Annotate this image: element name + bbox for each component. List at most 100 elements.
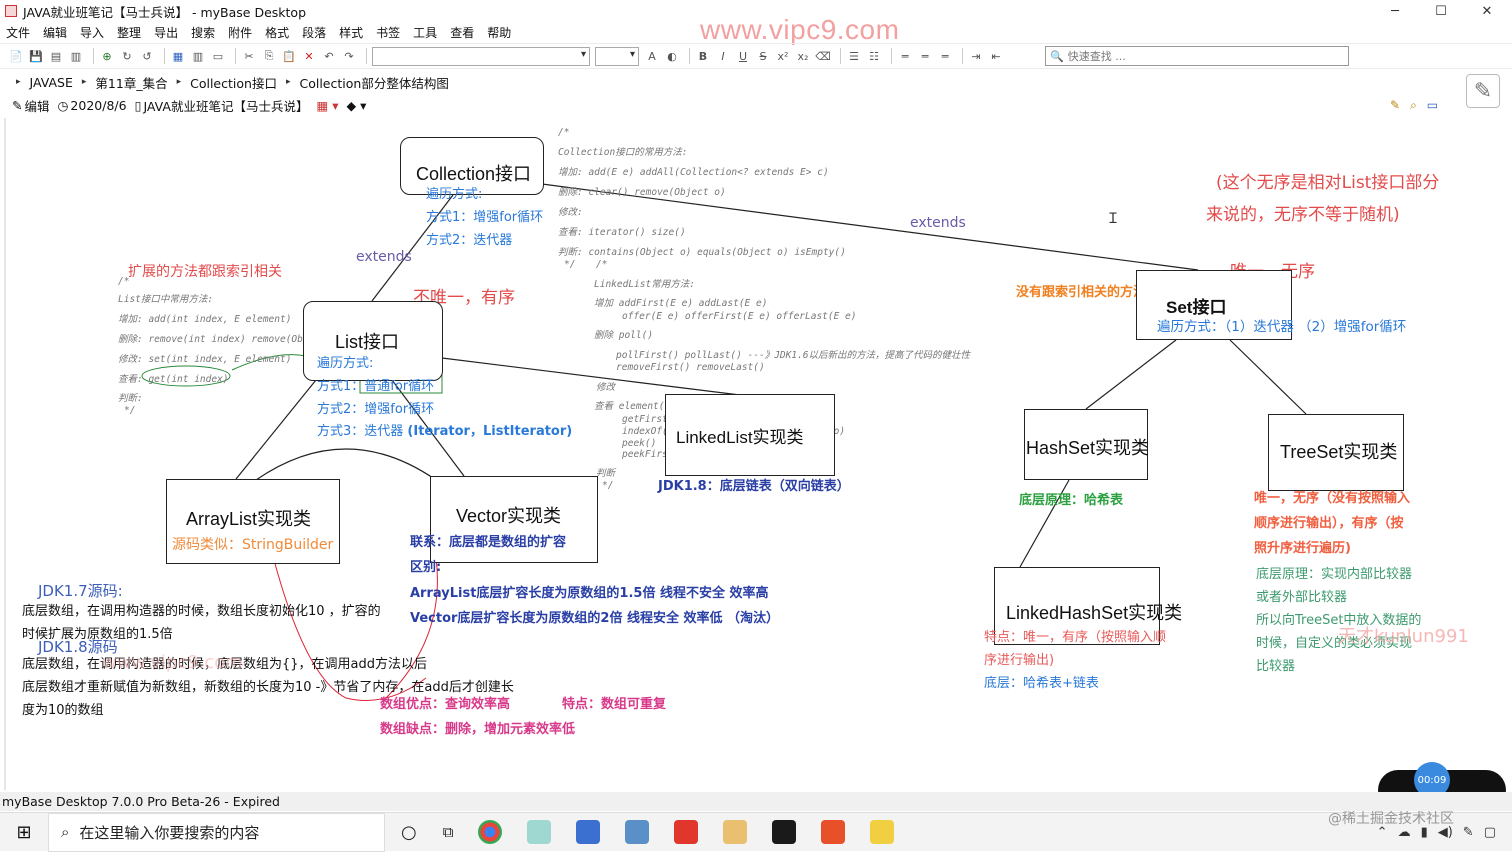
linkedlist-method-line: */ xyxy=(602,480,614,491)
bullet-list-icon[interactable]: ☷ xyxy=(866,48,882,64)
edit-label[interactable]: 编辑 xyxy=(24,96,49,115)
panel-icon[interactable]: ▭ xyxy=(210,48,226,64)
menu-tools[interactable]: 工具 xyxy=(413,24,437,41)
paste-icon[interactable]: 📋 xyxy=(281,48,297,64)
remote-desktop-icon[interactable] xyxy=(625,820,650,844)
calendar-icon[interactable]: ▦ ▾ xyxy=(316,98,338,113)
taskbar-search[interactable]: ⌕ 在这里输入你要搜索的内容 xyxy=(48,812,385,852)
align-right-icon[interactable]: ═ xyxy=(937,48,953,64)
list-index-note: 扩展的方法都跟索引相关 xyxy=(128,264,282,280)
menu-format[interactable]: 格式 xyxy=(265,24,289,41)
search-icon: ⌕ xyxy=(61,823,70,841)
intellij-icon[interactable] xyxy=(772,820,797,844)
mybase-icon[interactable] xyxy=(821,820,846,844)
treeset-feature-line3: 照升序进行遍历) xyxy=(1254,541,1351,556)
watermark-right: 天才kunlun991 xyxy=(1338,626,1469,647)
notification-icon[interactable]: ▢ xyxy=(1484,825,1496,840)
calculator-icon[interactable] xyxy=(576,820,601,844)
menu-view[interactable]: 查看 xyxy=(450,24,474,41)
list-method-line: 判断: xyxy=(118,393,143,404)
redo-icon[interactable]: ↷ xyxy=(341,48,357,64)
delete-icon[interactable]: ✕ xyxy=(301,48,317,64)
find-icon[interactable]: ⌕ xyxy=(1410,98,1417,113)
task-view-icon[interactable]: ⧉ xyxy=(443,823,454,841)
menu-file[interactable]: 文件 xyxy=(6,24,30,41)
strikethrough-icon[interactable]: S xyxy=(755,48,771,64)
minimize-button[interactable]: ─ xyxy=(1372,0,1418,22)
align-left-icon[interactable]: ═ xyxy=(897,48,913,64)
collection-way1: 方式1：增强for循环 xyxy=(426,210,544,225)
edit-icon[interactable]: ✎ xyxy=(12,98,22,113)
notes-icon[interactable] xyxy=(870,820,895,844)
windows-start-icon[interactable]: ⊞ xyxy=(0,813,48,852)
underline-icon[interactable]: U xyxy=(735,48,751,64)
menu-export[interactable]: 导出 xyxy=(154,24,178,41)
ordered-list-icon[interactable]: ☰ xyxy=(846,48,862,64)
subscript-icon[interactable]: x₂ xyxy=(795,48,811,64)
collection-method-line: Collection接口的常用方法: xyxy=(558,147,688,158)
chrome-icon[interactable] xyxy=(478,820,503,844)
save-icon[interactable]: 💾 xyxy=(28,48,44,64)
font-family-select[interactable] xyxy=(372,46,590,66)
notebook-label: JAVA就业班笔记【马士兵说】 xyxy=(143,98,309,114)
align-center-icon[interactable]: ═ xyxy=(917,48,933,64)
list-traverse: 遍历方式: xyxy=(317,356,374,371)
highlight-icon[interactable]: ◐ xyxy=(664,48,680,64)
close-button[interactable]: ✕ xyxy=(1464,0,1510,22)
menu-attachment[interactable]: 附件 xyxy=(228,24,252,41)
save-all-icon[interactable]: ▤ xyxy=(48,48,64,64)
outdent-icon[interactable]: ⇤ xyxy=(988,48,1004,64)
linkedlist-method-line: peek() xyxy=(622,438,657,449)
split-view-icon[interactable]: ▥ xyxy=(190,48,206,64)
note-edit-icon[interactable]: ✎ xyxy=(1390,98,1400,113)
clear-format-icon[interactable]: ⌫ xyxy=(815,48,831,64)
copy-icon[interactable]: ⎘ xyxy=(261,48,277,64)
chevron-right-icon: ▸ xyxy=(285,77,291,87)
collection-method-line: 查看: iterator() size() xyxy=(558,227,686,238)
tag-icon[interactable]: ◆ ▾ xyxy=(347,98,367,113)
forward-icon[interactable]: ↻ xyxy=(119,48,135,64)
breadcrumb-item[interactable]: 第11章_集合 xyxy=(95,73,167,92)
menu-help[interactable]: 帮助 xyxy=(487,24,511,41)
linkedlist-method-line: 增加 addFirst(E e) addLast(E e) xyxy=(594,298,768,309)
arraylist-title: ArrayList实现类 xyxy=(186,509,312,529)
menu-search[interactable]: 搜索 xyxy=(191,24,215,41)
window-icon[interactable]: ▭ xyxy=(1427,98,1438,113)
bold-icon[interactable]: B xyxy=(695,48,711,64)
menu-organize[interactable]: 整理 xyxy=(117,24,141,41)
menu-import[interactable]: 导入 xyxy=(80,24,104,41)
print-icon[interactable]: ▥ xyxy=(68,48,84,64)
note-editor[interactable]: Collection接口 遍历方式: 方式1：增强for循环 方式2：迭代器 /… xyxy=(4,118,1510,790)
quick-search-input[interactable]: 🔍 快速查找 ... xyxy=(1045,46,1349,66)
collection-method-line: 删除: clear() remove(Object o) xyxy=(558,187,726,198)
superscript-icon[interactable]: x² xyxy=(775,48,791,64)
menu-bookmark[interactable]: 书签 xyxy=(376,24,400,41)
breadcrumb-item[interactable]: JAVASE xyxy=(30,75,73,90)
list-way3-bold: (Iterator，ListIterator) xyxy=(407,424,573,439)
font-color-icon[interactable]: A xyxy=(644,48,660,64)
layout-icon[interactable]: ▦ xyxy=(170,48,186,64)
new-note-icon[interactable]: 📄 xyxy=(8,48,24,64)
vector-title: Vector实现类 xyxy=(456,506,562,526)
back-icon[interactable]: ↺ xyxy=(139,48,155,64)
paint-icon[interactable] xyxy=(723,820,748,844)
italic-icon[interactable]: I xyxy=(715,48,731,64)
menu-style[interactable]: 样式 xyxy=(339,24,363,41)
font-size-select[interactable] xyxy=(595,46,639,66)
linkedhashset-feature-line1: 特点：唯一，有序（按照输入顺 xyxy=(984,630,1167,645)
undo-icon[interactable]: ↶ xyxy=(321,48,337,64)
pen-tray-icon[interactable]: ✎ xyxy=(1463,825,1474,840)
date-label: 2020/8/6 xyxy=(70,97,127,113)
app-icon-sync[interactable] xyxy=(527,820,552,844)
breadcrumb-item[interactable]: Collection接口 xyxy=(190,73,277,92)
menu-paragraph[interactable]: 段落 xyxy=(302,24,326,41)
set-traverse: 遍历方式：（1）迭代器 （2）增强for循环 xyxy=(1157,319,1407,335)
breadcrumb-item[interactable]: Collection部分整体结构图 xyxy=(299,73,448,92)
add-icon[interactable]: ⊕ xyxy=(99,48,115,64)
maximize-button[interactable]: ☐ xyxy=(1418,0,1464,22)
cortana-icon[interactable]: ○ xyxy=(401,822,417,843)
youdao-icon[interactable] xyxy=(674,820,699,844)
indent-icon[interactable]: ⇥ xyxy=(968,48,984,64)
menu-edit[interactable]: 编辑 xyxy=(43,24,67,41)
cut-icon[interactable]: ✂ xyxy=(241,48,257,64)
